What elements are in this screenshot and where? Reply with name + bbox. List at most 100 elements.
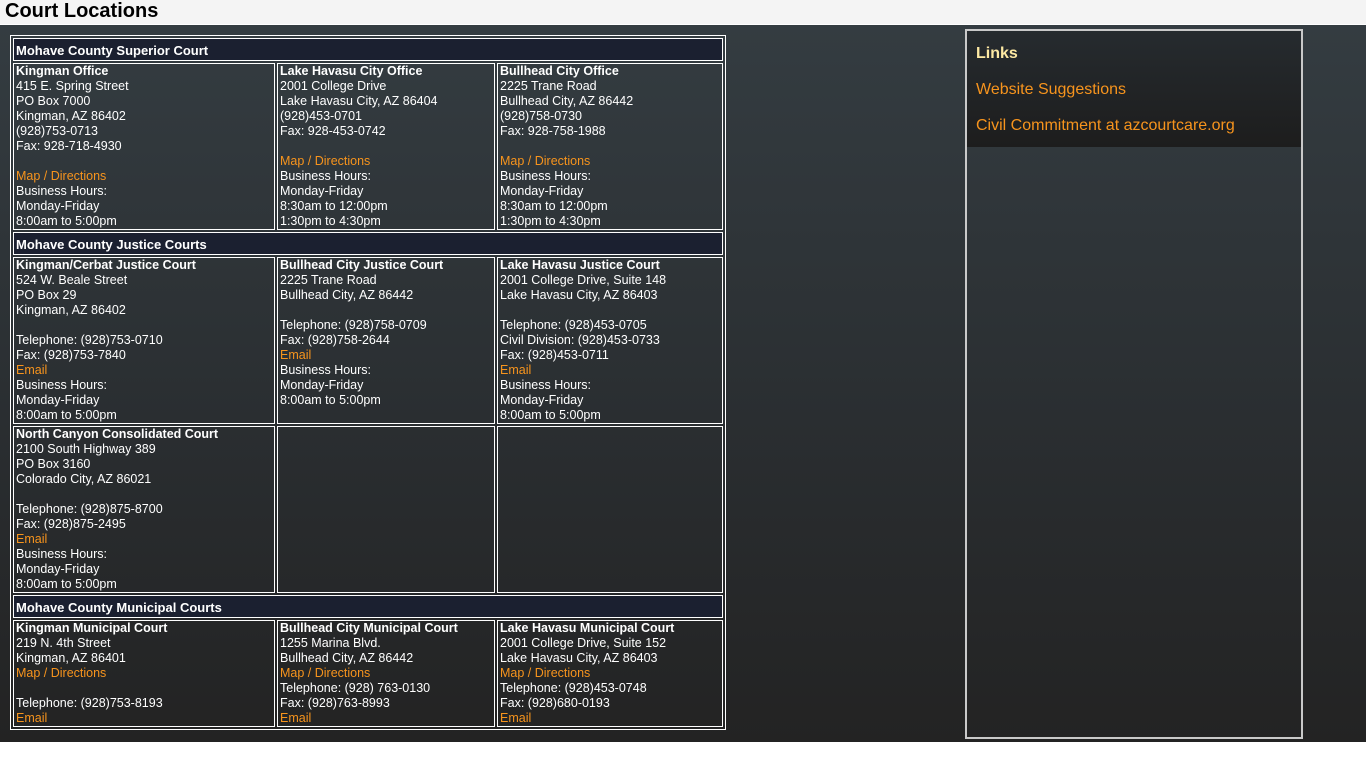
court-detail-line: Monday-Friday bbox=[280, 184, 364, 198]
court-detail-line: Monday-Friday bbox=[500, 184, 584, 198]
empty-cell bbox=[277, 426, 495, 593]
court-detail-line: Fax: (928)753-7840 bbox=[16, 348, 126, 362]
court-detail-line: Business Hours: bbox=[500, 169, 592, 183]
court-cell: Kingman Municipal Court 219 N. 4th Street… bbox=[13, 620, 275, 727]
court-detail-line: Fax: (928)763-8993 bbox=[280, 696, 390, 710]
court-detail-line: Business Hours: bbox=[16, 547, 108, 561]
court-detail-line: Business Hours: bbox=[16, 184, 108, 198]
court-cell: Lake Havasu City Office 2001 College Driv… bbox=[277, 63, 495, 230]
email-link[interactable]: Email bbox=[280, 711, 494, 726]
court-detail-line: 2225 Trane Road bbox=[500, 79, 597, 93]
map-directions-link[interactable]: Map / Directions bbox=[500, 666, 722, 681]
court-detail-line: (928)753-0713 bbox=[16, 124, 99, 138]
court-cell: Kingman Office 415 E. Spring Street PO Box… bbox=[13, 63, 275, 230]
section-header-row: Mohave County Superior Court bbox=[13, 38, 723, 61]
court-detail-line: Bullhead City, AZ 86442 bbox=[280, 288, 414, 302]
court-name: Bullhead City Office bbox=[500, 64, 619, 78]
court-detail-line: Telephone: (928)758-0709 bbox=[280, 318, 427, 332]
court-detail-line: 1255 Marina Blvd. bbox=[280, 636, 381, 650]
court-detail-line: Lake Havasu City, AZ 86403 bbox=[500, 288, 658, 302]
map-directions-link[interactable]: Map / Directions bbox=[16, 666, 274, 681]
court-detail-line: Kingman, AZ 86402 bbox=[16, 109, 126, 123]
court-detail-line: 8:00am to 5:00pm bbox=[280, 393, 381, 407]
court-cell: Bullhead City Office 2225 Trane Road Bullh… bbox=[497, 63, 723, 230]
court-detail-line: 2001 College Drive, Suite 148 bbox=[500, 273, 667, 287]
court-detail-line: 8:00am to 5:00pm bbox=[16, 577, 117, 591]
court-name: Lake Havasu Justice Court bbox=[500, 258, 660, 272]
links-title: Links bbox=[976, 45, 1018, 62]
links-panel-inner: Links Website Suggestions Civil Commitme… bbox=[967, 31, 1301, 147]
email-link[interactable]: Email bbox=[16, 532, 274, 547]
email-link[interactable]: Email bbox=[280, 348, 494, 363]
court-detail-line: Fax: (928)758-2644 bbox=[280, 333, 390, 347]
court-locations-table: Mohave County Superior Court Kingman Offi… bbox=[10, 35, 726, 730]
court-detail-line: Monday-Friday bbox=[16, 393, 100, 407]
court-detail-line: Monday-Friday bbox=[16, 562, 100, 576]
map-directions-link[interactable]: Map / Directions bbox=[280, 666, 494, 681]
court-detail-line: 2001 College Drive bbox=[280, 79, 387, 93]
links-panel: Links Website Suggestions Civil Commitme… bbox=[965, 29, 1303, 739]
court-name: Kingman Municipal Court bbox=[16, 621, 168, 635]
court-row: Kingman Municipal Court 219 N. 4th Street… bbox=[13, 620, 723, 727]
court-detail-line: Telephone: (928)875-8700 bbox=[16, 502, 163, 516]
civil-commitment-link[interactable]: Civil Commitment at azcourtcare.org bbox=[976, 117, 1292, 135]
court-cell: Lake Havasu Municipal Court 2001 College … bbox=[497, 620, 723, 727]
court-detail-line: (928)453-0701 bbox=[280, 109, 363, 123]
court-detail-line: 415 E. Spring Street bbox=[16, 79, 129, 93]
court-detail-line: PO Box 3160 bbox=[16, 457, 91, 471]
court-name: Kingman Office bbox=[16, 64, 109, 78]
map-directions-link[interactable]: Map / Directions bbox=[500, 154, 722, 169]
court-row: North Canyon Consolidated Court 2100 Sout… bbox=[13, 426, 723, 593]
court-detail-line: Telephone: (928) 763-0130 bbox=[280, 681, 431, 695]
court-cell: Lake Havasu Justice Court 2001 College Dr… bbox=[497, 257, 723, 424]
email-link[interactable]: Email bbox=[500, 711, 722, 726]
court-row: Kingman/Cerbat Justice Court 524 W. Beale… bbox=[13, 257, 723, 424]
court-detail-line: 1:30pm to 4:30pm bbox=[280, 214, 381, 228]
court-detail-line: Telephone: (928)753-8193 bbox=[16, 696, 163, 710]
map-directions-link[interactable]: Map / Directions bbox=[280, 154, 494, 169]
court-name: Kingman/Cerbat Justice Court bbox=[16, 258, 196, 272]
court-detail-line: Fax: 928-758-1988 bbox=[500, 124, 606, 138]
main-area: Mohave County Superior Court Kingman Offi… bbox=[0, 25, 1366, 742]
court-detail-line: 8:00am to 5:00pm bbox=[16, 214, 117, 228]
court-detail-line: 524 W. Beale Street bbox=[16, 273, 128, 287]
court-cell: Bullhead City Municipal Court 1255 Marina… bbox=[277, 620, 495, 727]
section-header-row: Mohave County Municipal Courts bbox=[13, 595, 723, 618]
title-bar: Court Locations bbox=[0, 0, 1366, 24]
court-detail-line: Monday-Friday bbox=[280, 378, 364, 392]
court-name: North Canyon Consolidated Court bbox=[16, 427, 219, 441]
website-suggestions-link[interactable]: Website Suggestions bbox=[976, 81, 1292, 99]
empty-cell bbox=[497, 426, 723, 593]
court-detail-line: 8:30am to 12:00pm bbox=[500, 199, 608, 213]
court-detail-line: Civil Division: (928)453-0733 bbox=[500, 333, 660, 347]
court-name: Bullhead City Justice Court bbox=[280, 258, 444, 272]
court-name: Lake Havasu City Office bbox=[280, 64, 423, 78]
court-name: Lake Havasu Municipal Court bbox=[500, 621, 675, 635]
court-detail-line: (928)758-0730 bbox=[500, 109, 583, 123]
section-header-row: Mohave County Justice Courts bbox=[13, 232, 723, 255]
email-link[interactable]: Email bbox=[500, 363, 722, 378]
page-title: Court Locations bbox=[5, 0, 159, 22]
email-link[interactable]: Email bbox=[16, 711, 274, 726]
court-detail-line: Fax: (928)680-0193 bbox=[500, 696, 610, 710]
court-detail-line: Lake Havasu City, AZ 86403 bbox=[500, 651, 658, 665]
court-detail-line: PO Box 7000 bbox=[16, 94, 91, 108]
court-detail-line: Lake Havasu City, AZ 86404 bbox=[280, 94, 438, 108]
court-detail-line: Colorado City, AZ 86021 bbox=[16, 472, 152, 486]
court-cell: Bullhead City Justice Court 2225 Trane Ro… bbox=[277, 257, 495, 424]
court-detail-line: Fax: 928-718-4930 bbox=[16, 139, 122, 153]
court-detail-line: Kingman, AZ 86401 bbox=[16, 651, 126, 665]
map-directions-link[interactable]: Map / Directions bbox=[16, 169, 274, 184]
email-link[interactable]: Email bbox=[16, 363, 274, 378]
court-detail-line: Business Hours: bbox=[16, 378, 108, 392]
court-detail-line: Business Hours: bbox=[280, 363, 372, 377]
court-detail-line: 2001 College Drive, Suite 152 bbox=[500, 636, 667, 650]
court-detail-line: 8:00am to 5:00pm bbox=[500, 408, 601, 422]
court-detail-line: Telephone: (928)753-0710 bbox=[16, 333, 163, 347]
